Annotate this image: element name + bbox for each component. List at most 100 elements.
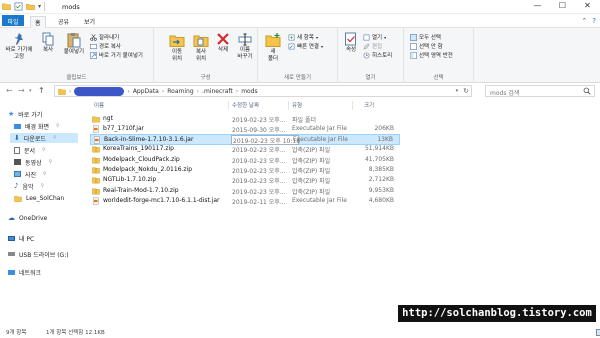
file-date: 2019-02-11 오후... [232, 198, 286, 206]
new-folder-button[interactable]: 새 폴더 [262, 32, 284, 62]
cut-label: 잘라내기 [99, 35, 120, 41]
address-bar[interactable]: › › AppData › Roaming › .minecraft › mod… [54, 85, 472, 97]
paste-shortcut-button[interactable]: 바로 가기 붙여넣기 [90, 51, 143, 59]
close-button[interactable]: ✕ [575, 0, 600, 13]
back-arrow-icon[interactable]: ← [6, 86, 13, 95]
edit-button[interactable]: 편집 [363, 42, 382, 50]
nav-item-label: Lee_SolChan [26, 194, 65, 202]
nav-item-user-folder[interactable]: Lee_SolChan [14, 193, 64, 203]
scissors-icon [90, 33, 97, 41]
new-item-button[interactable]: 새 항목 ▾ [288, 33, 318, 41]
crumb-appdata[interactable]: AppData [133, 88, 159, 95]
video-icon [14, 159, 21, 165]
up-arrow-icon[interactable]: ↑ [38, 86, 45, 95]
copy-to-button[interactable]: 복사 위치 [190, 32, 212, 62]
rename-button[interactable]: 이름 바꾸기 [234, 32, 256, 60]
file-row[interactable]: worldedit-forge-mc1.7.10-6.1.1-dist.jar 2… [90, 195, 400, 206]
organize-group-name: 구성 [200, 75, 211, 81]
zip-file-icon [92, 177, 100, 184]
tab-share[interactable]: 공유 [54, 16, 73, 27]
nav-usb-drive[interactable]: USB 드라이브 (G:) [8, 249, 69, 259]
file-date: 2019-02-23 오후... [232, 116, 286, 124]
delete-button[interactable]: 삭제 [214, 32, 232, 54]
nav-quick-access[interactable]: ★ 바로 가기 [8, 109, 42, 119]
collapse-ribbon-icon[interactable]: ⌃ [581, 17, 587, 25]
open-button[interactable]: 열기 ▾ [363, 33, 386, 41]
move-to-icon [169, 35, 185, 47]
pin-label-2: 고정 [13, 53, 25, 60]
copy-button[interactable]: 복사 [37, 32, 59, 54]
new-item-icon [288, 34, 295, 40]
file-size: 206KB [374, 124, 394, 132]
nav-item-label: 음악 [22, 183, 34, 191]
nav-item-pictures[interactable]: 사진 ⚲ [14, 169, 47, 179]
column-header-type[interactable]: 유형 [292, 101, 302, 110]
column-divider[interactable] [352, 101, 353, 110]
edit-icon [363, 43, 370, 50]
crumb-separator: › [196, 88, 200, 95]
search-box[interactable]: mods 검색 [485, 85, 595, 97]
column-header-name[interactable]: 이름 [94, 101, 104, 110]
file-name: Real-Train-Mod-1.7.10.zip [103, 186, 179, 194]
crumb-minecraft[interactable]: .minecraft [202, 88, 233, 95]
file-type: 압축(ZIP) 파일 [292, 188, 331, 196]
refresh-icon[interactable]: ↻ [463, 86, 469, 96]
column-header-date[interactable]: 수정한 날짜 [232, 101, 259, 110]
column-header-size[interactable]: 크기 [364, 101, 374, 110]
status-bar: 9개 항목 1개 항목 선택함 12.1KB [0, 326, 600, 338]
crumb-separator: › [235, 88, 239, 95]
crumb-mods[interactable]: mods [241, 88, 257, 95]
select-all-button[interactable]: 모두 선택 [410, 33, 441, 41]
properties-icon[interactable] [14, 2, 23, 11]
address-dropdown-icon[interactable]: ▾ [456, 86, 459, 96]
column-divider[interactable] [228, 101, 229, 110]
usb-drive-icon [8, 252, 15, 256]
file-date: 2019-02-23 오후... [232, 168, 286, 175]
history-label: 히스토리 [372, 53, 393, 59]
forward-arrow-icon[interactable]: → [18, 86, 25, 95]
new-group-name: 새로 만들기 [283, 75, 312, 81]
copy-path-button[interactable]: 경로 복사 [90, 42, 121, 50]
nav-item-desktop[interactable]: 배경 화면 ⚲ [14, 121, 60, 131]
recent-locations-icon[interactable]: ▾ [29, 88, 32, 94]
easy-access-button[interactable]: 빠른 연결 ▾ [288, 42, 323, 50]
nav-item-music[interactable]: ♪ 음악 ⚲ [14, 181, 44, 191]
qa-dropdown-icon[interactable]: ▾ [38, 3, 41, 10]
new-folder-icon[interactable] [26, 2, 35, 11]
maximize-button[interactable]: ☐ [550, 0, 575, 13]
rename-icon [238, 33, 252, 46]
minimize-button[interactable]: — [525, 0, 550, 13]
network-icon [8, 269, 15, 275]
nav-this-pc[interactable]: 내 PC [8, 233, 34, 243]
delete-label: 삭제 [217, 47, 229, 53]
pin-icon: ⚲ [56, 123, 60, 129]
select-none-button[interactable]: 선택 안 함 [410, 42, 443, 50]
copy-to-label-2: 위치 [195, 55, 207, 62]
paste-button[interactable]: 붙여넣기 [60, 32, 88, 56]
pin-quick-access-button[interactable]: 바로 가기에 고정 [3, 32, 35, 60]
pin-icon: ⚲ [52, 135, 57, 141]
history-button[interactable]: 히스토리 [363, 51, 392, 59]
nav-network[interactable]: 네트워크 [8, 267, 41, 277]
rename-label-2: 바꾸기 [237, 53, 253, 60]
tab-home[interactable]: 홈 [30, 16, 46, 28]
properties-button[interactable]: 속성 [341, 32, 361, 54]
nav-onedrive[interactable]: ☁ OneDrive [8, 213, 47, 223]
crumb-roaming[interactable]: Roaming [167, 88, 193, 95]
tab-file[interactable]: 파일 [2, 15, 24, 26]
column-divider[interactable] [288, 101, 289, 110]
document-icon [14, 146, 20, 154]
help-icon[interactable]: ? [592, 17, 596, 25]
large-icons-view-icon[interactable] [596, 329, 600, 336]
nav-item-videos[interactable]: 동영상 ⚲ [14, 157, 52, 167]
nav-item-downloads[interactable]: ⬇ 다운로드 ⚲ [10, 133, 78, 143]
tab-view[interactable]: 보기 [80, 16, 99, 27]
search-placeholder: mods 검색 [490, 90, 520, 97]
cut-button[interactable]: 잘라내기 [90, 33, 119, 41]
edit-label: 편집 [372, 44, 383, 50]
music-icon: ♪ [14, 182, 19, 190]
move-to-button[interactable]: 이동 위치 [166, 32, 188, 62]
invert-selection-button[interactable]: 선택 영역 반전 [410, 51, 453, 59]
folder-icon [2, 3, 11, 10]
nav-item-documents[interactable]: 문서 ⚲ [14, 145, 46, 155]
